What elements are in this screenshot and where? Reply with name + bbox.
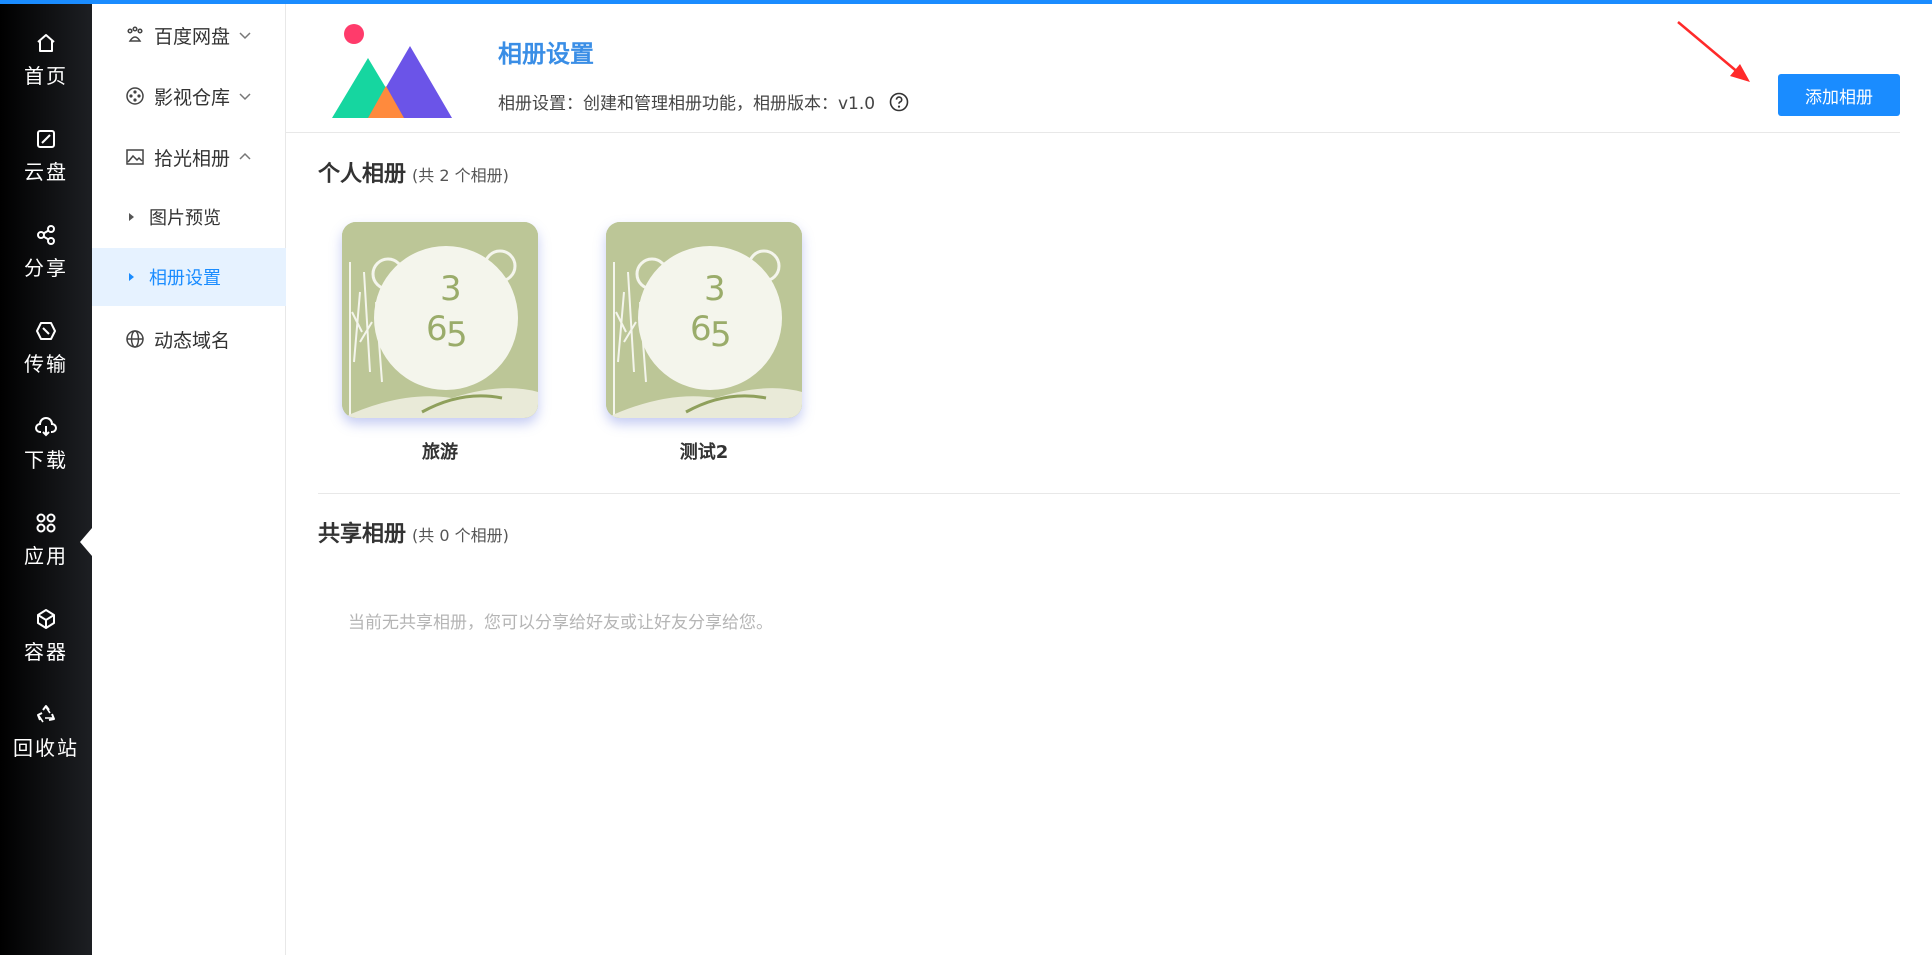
shared-albums-heading: 共享相册 (共 0 个相册) — [318, 516, 509, 548]
svg-text:3: 3 — [440, 269, 462, 309]
caret-right-icon — [129, 273, 134, 281]
submenu-label: 拾光相册 — [154, 147, 231, 170]
submenu-label: 百度网盘 — [154, 25, 231, 48]
section-count: (共 0 个相册) — [412, 526, 509, 545]
rail-label: 传输 — [24, 352, 68, 376]
film-reel-icon — [124, 85, 146, 107]
share-icon — [33, 222, 59, 248]
submenu-item-film-library[interactable]: 影视仓库 — [92, 67, 286, 125]
chevron-up-icon — [238, 150, 252, 164]
add-album-button[interactable]: 添加相册 — [1778, 74, 1900, 116]
rail-item-recycle[interactable]: 回收站 — [0, 680, 92, 770]
submenu-child-album-settings[interactable]: 相册设置 — [92, 248, 286, 306]
main-nav-rail: 首页 云盘 分享 传输 下载 应用 容器 回收站 — [0, 4, 92, 955]
svg-text:3: 3 — [704, 269, 726, 309]
rail-item-transfer[interactable]: 传输 — [0, 296, 92, 386]
rail-item-download[interactable]: 下载 — [0, 392, 92, 482]
home-icon — [33, 30, 59, 56]
rail-item-cloud-disk[interactable]: 云盘 — [0, 104, 92, 194]
rail-label: 应用 — [24, 544, 68, 568]
download-icon — [33, 414, 59, 440]
active-rail-pointer — [80, 528, 92, 556]
caret-right-icon — [129, 213, 134, 221]
cloud-disk-icon — [33, 126, 59, 152]
svg-text:5: 5 — [446, 315, 468, 355]
album-cover: 3 6 5 — [342, 222, 538, 418]
submenu-child-label: 图片预览 — [149, 208, 221, 229]
album-name: 旅游 — [422, 442, 458, 463]
rail-label: 首页 — [24, 64, 68, 88]
rail-label: 回收站 — [13, 736, 79, 760]
section-divider — [318, 493, 1900, 494]
app-submenu: 百度网盘 影视仓库 拾光相册 图片预览 相册设置 动态域名 — [92, 4, 286, 955]
section-title: 共享相册 — [318, 522, 407, 547]
rail-item-share[interactable]: 分享 — [0, 200, 92, 290]
image-icon — [124, 146, 146, 168]
submenu-item-dynamic-dns[interactable]: 动态域名 — [92, 310, 286, 368]
page-title: 相册设置 — [498, 40, 594, 68]
section-count: (共 2 个相册) — [412, 166, 509, 185]
app-logo — [332, 24, 452, 118]
rail-item-container[interactable]: 容器 — [0, 584, 92, 674]
svg-text:6: 6 — [690, 309, 712, 349]
transfer-icon — [33, 318, 59, 344]
album-cover: 3 6 5 — [606, 222, 802, 418]
album-card[interactable]: 3 6 5 旅游 — [342, 222, 538, 464]
recycle-icon — [33, 702, 59, 728]
container-icon — [33, 606, 59, 632]
svg-text:6: 6 — [426, 309, 448, 349]
personal-albums-heading: 个人相册 (共 2 个相册) — [318, 156, 509, 188]
paw-icon — [124, 24, 146, 46]
main-content: 相册设置 相册设置：创建和管理相册功能，相册版本：v1.0 添加相册 个人相册 … — [286, 4, 1932, 955]
rail-label: 分享 — [24, 256, 68, 280]
globe-icon — [124, 328, 146, 350]
submenu-child-label: 相册设置 — [149, 268, 221, 289]
rail-item-apps[interactable]: 应用 — [0, 488, 92, 578]
submenu-label: 影视仓库 — [154, 86, 231, 109]
help-icon[interactable] — [889, 92, 909, 112]
empty-shared-message: 当前无共享相册，您可以分享给好友或让好友分享给您。 — [348, 613, 773, 633]
chevron-down-icon — [238, 89, 252, 103]
page-description-text: 相册设置：创建和管理相册功能，相册版本：v1.0 — [498, 94, 876, 114]
album-name: 测试2 — [679, 442, 729, 463]
page-header: 相册设置 相册设置：创建和管理相册功能，相册版本：v1.0 添加相册 — [286, 4, 1900, 133]
rail-label: 下载 — [24, 448, 68, 472]
svg-text:5: 5 — [710, 315, 732, 355]
album-card[interactable]: 3 6 5 测试2 — [606, 222, 802, 464]
page-description: 相册设置：创建和管理相册功能，相册版本：v1.0 — [498, 89, 909, 114]
rail-item-home[interactable]: 首页 — [0, 8, 92, 98]
rail-label: 云盘 — [24, 160, 68, 184]
submenu-item-photo-album[interactable]: 拾光相册 — [92, 128, 286, 186]
submenu-item-baidu-netdisk[interactable]: 百度网盘 — [92, 6, 286, 64]
red-arrow-annotation — [1677, 21, 1750, 82]
submenu-child-image-preview[interactable]: 图片预览 — [92, 188, 286, 246]
chevron-down-icon — [238, 28, 252, 42]
submenu-label: 动态域名 — [154, 329, 231, 352]
section-title: 个人相册 — [318, 162, 407, 187]
apps-icon — [33, 510, 59, 536]
rail-label: 容器 — [24, 640, 68, 664]
